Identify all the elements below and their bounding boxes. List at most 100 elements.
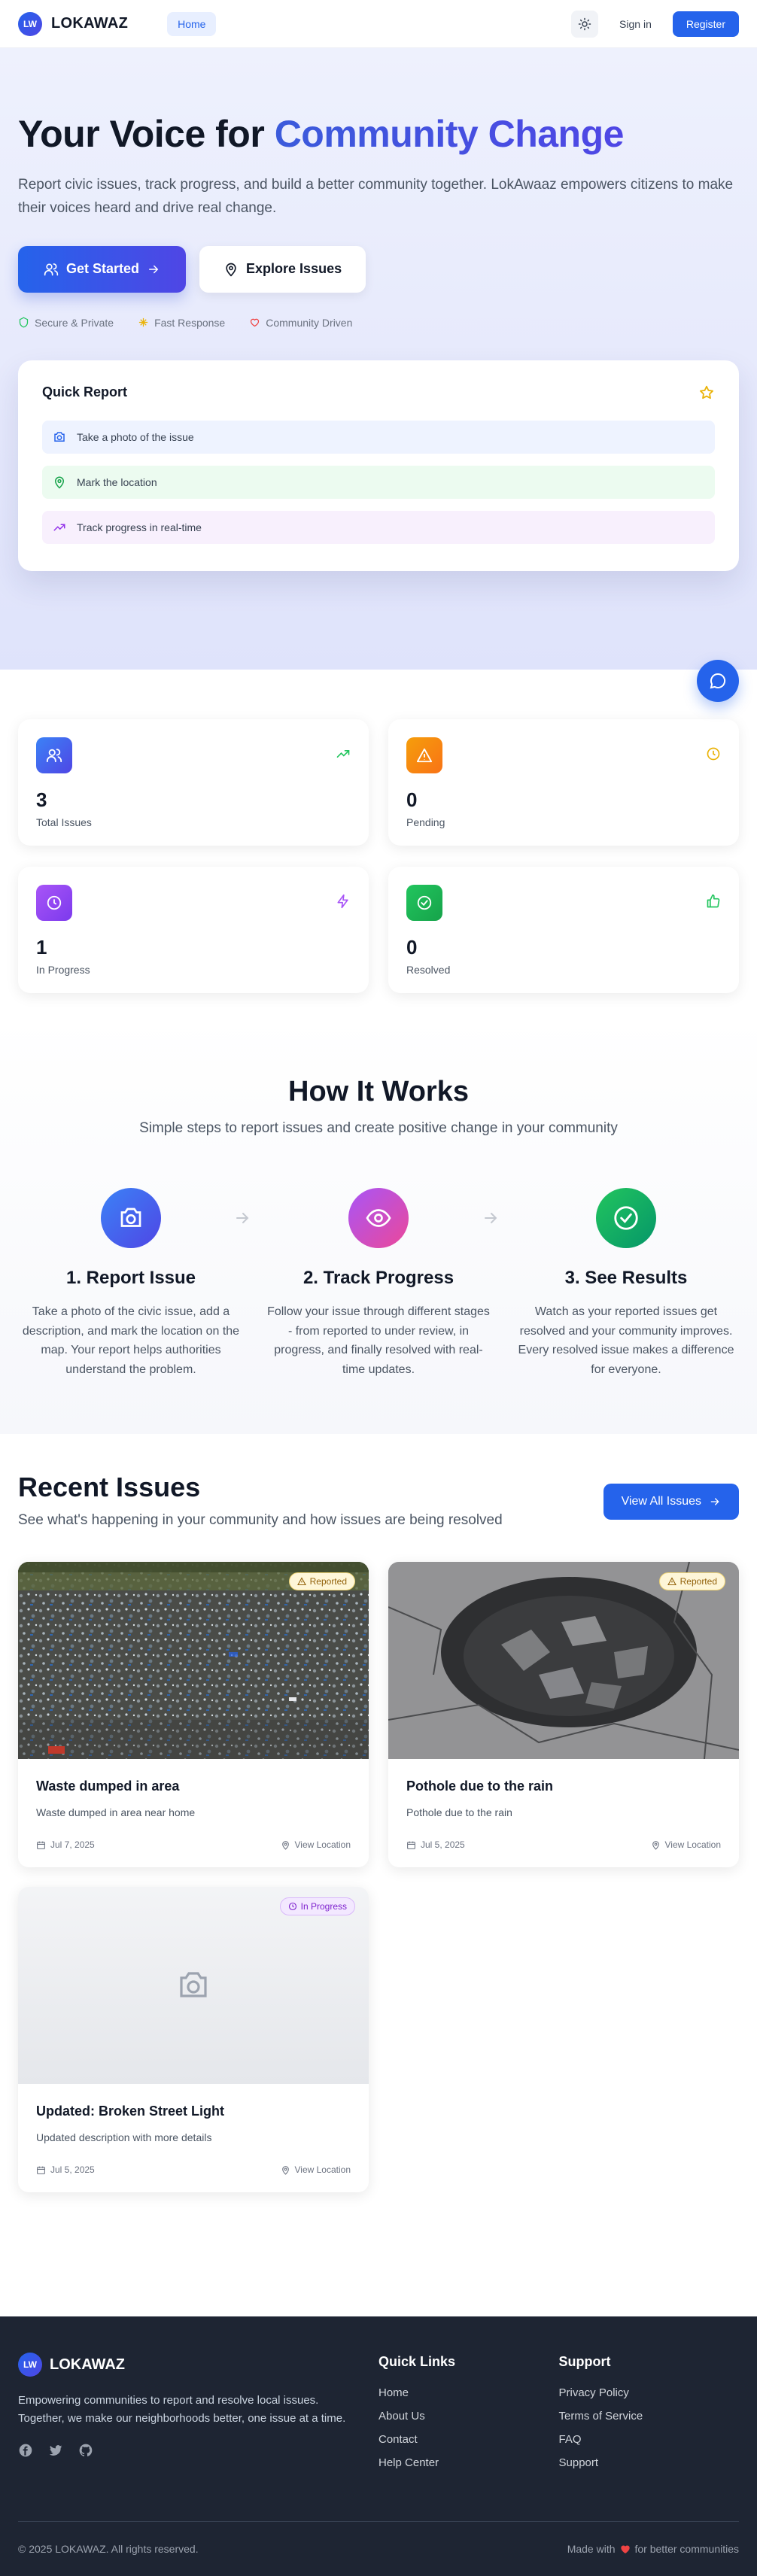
trust-fast-label: Fast Response (154, 316, 226, 329)
logo-text[interactable]: LOKAWAZ (51, 15, 128, 32)
stat-icon-wrap (36, 737, 72, 773)
stat-card-in-progress: 1 In Progress (18, 867, 369, 993)
footer-link-home[interactable]: Home (378, 2386, 559, 2399)
footer-support: Support Privacy Policy Terms of Service … (559, 2353, 740, 2480)
clock-icon (707, 747, 720, 761)
trust-secure: Secure & Private (18, 317, 114, 329)
stat-card-pending: 0 Pending (388, 719, 739, 846)
view-location-link[interactable]: View Location (281, 2164, 351, 2175)
footer-brand: LW LOKAWAZ Empowering communities to rep… (18, 2353, 378, 2480)
pothole-photo (388, 1562, 739, 1759)
arrow-right-icon (149, 265, 159, 273)
footer-link-contact[interactable]: Contact (378, 2433, 559, 2446)
register-button[interactable]: Register (672, 11, 739, 37)
stat-value: 1 (36, 936, 47, 958)
map-pin-icon (281, 1840, 289, 1850)
map-pin-icon (281, 2165, 289, 2175)
step-title: 2. Track Progress (302, 1268, 455, 1288)
nav-left: LW LOKAWAZ Home (18, 11, 217, 36)
steps-row: 1. Report Issue Take a photo of the civi… (0, 1188, 757, 1384)
stat-value: 0 (406, 788, 418, 811)
arrow-right-icon (236, 1213, 249, 1223)
clock-icon (47, 895, 62, 910)
how-it-works-section: How It Works Simple steps to report issu… (0, 1016, 757, 1434)
recent-issues-section: Recent Issues See what's happening in yo… (0, 1434, 757, 2316)
view-location-link[interactable]: View Location (651, 1839, 722, 1850)
sign-in-link[interactable]: Sign in (610, 12, 661, 36)
issue-title: Pothole due to the rain (406, 1779, 554, 1794)
nav-home-link[interactable]: Home (167, 11, 217, 36)
footer-logo-icon: LW (18, 2353, 42, 2377)
view-all-issues-button[interactable]: View All Issues (603, 1484, 739, 1520)
stat-card-resolved: 0 Resolved (388, 867, 739, 993)
facebook-icon[interactable] (18, 2443, 33, 2458)
hero-description: Report civic issues, track progress, and… (18, 177, 734, 217)
theme-toggle-button[interactable] (571, 10, 599, 38)
top-navbar: LW LOKAWAZ Home Sign in Register (0, 0, 757, 48)
made-with-suffix: for better communities (634, 2543, 740, 2555)
issue-description: Pothole due to the rain (406, 1806, 512, 1818)
step-icon-wrap (596, 1188, 656, 1248)
step-report: 1. Report Issue Take a photo of the civi… (17, 1188, 245, 1379)
footer-link-faq[interactable]: FAQ (559, 2433, 740, 2446)
arrow-right-icon (710, 1498, 719, 1505)
github-icon[interactable] (78, 2443, 93, 2458)
footer-link-privacy[interactable]: Privacy Policy (559, 2386, 740, 2399)
footer-logo: LW LOKAWAZ (18, 2353, 378, 2377)
zap-icon (337, 894, 348, 909)
camera-icon (54, 431, 65, 442)
trust-community: Community Driven (249, 317, 352, 329)
footer-bottom: © 2025 LOKAWAZ. All rights reserved. Mad… (18, 2521, 739, 2555)
made-with: Made with for better communities (567, 2543, 739, 2555)
logo-icon[interactable]: LW (18, 11, 42, 36)
issue-image-pothole: Reported (388, 1562, 739, 1759)
map-pin-icon (54, 476, 65, 489)
check-circle-icon (614, 1206, 638, 1230)
sun-icon (578, 17, 591, 30)
chat-button[interactable] (697, 660, 739, 702)
issue-footer: Jul 5, 2025 View Location (406, 1839, 721, 1850)
get-started-button[interactable]: Get Started (18, 245, 187, 293)
issue-date-label: Jul 7, 2025 (50, 1839, 95, 1850)
footer-about: Empowering communities to report and res… (18, 2394, 346, 2425)
footer-brand-name: LOKAWAZ (50, 2356, 125, 2373)
hero-title-plain: Your Voice for (18, 113, 275, 155)
made-with-prefix: Made with (567, 2543, 616, 2555)
view-location-label: View Location (664, 1839, 722, 1850)
users-icon (46, 749, 62, 763)
footer-link-terms[interactable]: Terms of Service (559, 2410, 740, 2423)
view-location-link[interactable]: View Location (281, 1839, 351, 1850)
issue-date: Jul 5, 2025 (406, 1839, 465, 1850)
step-icon-wrap (348, 1188, 409, 1248)
stat-value: 3 (36, 788, 47, 811)
footer-link-help[interactable]: Help Center (378, 2456, 559, 2469)
issue-card[interactable]: In Progress Updated: Broken Street Light… (18, 1887, 369, 2192)
issue-card[interactable]: Reported Pothole due to the rain Pothole… (388, 1562, 739, 1867)
footer-link-about[interactable]: About Us (378, 2410, 559, 2423)
camera-icon (180, 1972, 207, 1997)
step-title: 3. See Results (564, 1268, 688, 1288)
quick-report-item-track: Track progress in real-time (42, 510, 715, 544)
trending-up-icon (336, 750, 350, 758)
view-all-label: View All Issues (621, 1495, 701, 1508)
step-text: Follow your issue through different stag… (267, 1305, 490, 1376)
explore-issues-button[interactable]: Explore Issues (199, 245, 366, 293)
trust-fast: Fast Response (138, 317, 225, 329)
check-circle-icon (417, 895, 432, 910)
warning-icon (296, 1577, 306, 1586)
issues-grid: Reported Waste dumped in area Waste dump… (18, 1562, 739, 2192)
step-icon-wrap (101, 1188, 161, 1248)
twitter-icon[interactable] (48, 2443, 63, 2458)
step-results: 3. See Results Watch as your reported is… (512, 1188, 740, 1379)
issue-card[interactable]: Reported Waste dumped in area Waste dump… (18, 1562, 369, 1867)
issue-title: Updated: Broken Street Light (36, 2104, 225, 2119)
issue-description: Updated description with more details (36, 2131, 212, 2143)
footer-link-support[interactable]: Support (559, 2456, 740, 2469)
step-text: Take a photo of the civic issue, add a d… (22, 1305, 240, 1376)
issue-date: Jul 7, 2025 (36, 1839, 95, 1850)
issue-date: Jul 5, 2025 (36, 2164, 95, 2175)
step-title: 1. Report Issue (65, 1268, 196, 1288)
get-started-label: Get Started (66, 261, 140, 277)
issue-image-placeholder: In Progress (18, 1887, 369, 2084)
view-location-label: View Location (294, 1839, 351, 1850)
